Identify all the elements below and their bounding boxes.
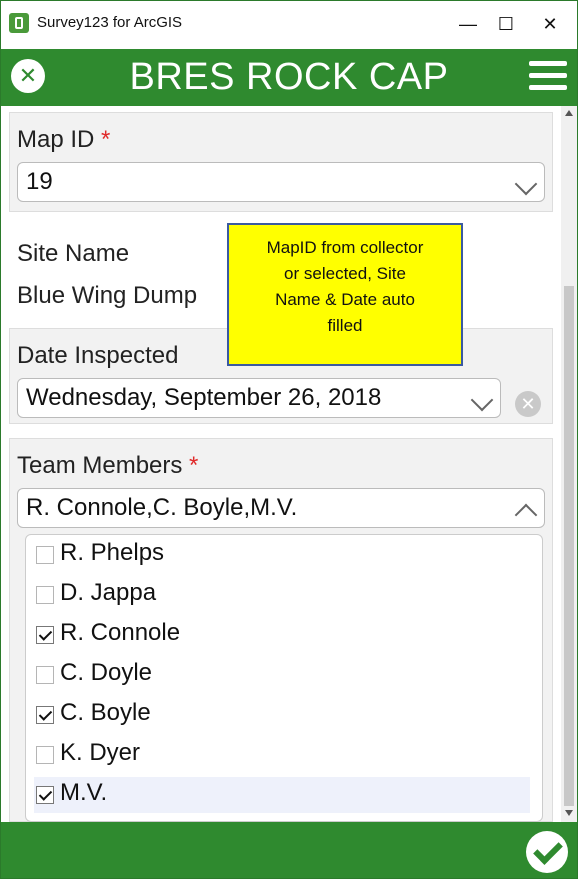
site-name-value: Blue Wing Dump [17, 282, 198, 309]
checkmark-icon [38, 787, 53, 801]
survey-title: BRES ROCK CAP [129, 56, 449, 98]
option-label: K. Dyer [60, 739, 141, 766]
map-id-value: 19 [26, 168, 53, 195]
close-icon: ✕ [18, 63, 38, 88]
checkbox-unchecked[interactable] [36, 746, 54, 764]
vertical-scrollbar[interactable] [561, 106, 577, 822]
team-members-dropdown[interactable]: R. Connole,C. Boyle,M.V. [17, 488, 545, 528]
map-id-dropdown[interactable]: 19 [17, 162, 545, 202]
date-inspected-label: Date Inspected [17, 342, 179, 369]
submit-survey-button[interactable] [526, 831, 568, 873]
clear-icon: ✕ [520, 394, 536, 414]
clear-date-button[interactable]: ✕ [515, 391, 541, 417]
minimize-button[interactable]: — [453, 11, 483, 37]
app-window: Survey123 for ArcGIS — ☐ ✕ ✕ BRES ROCK C… [0, 0, 578, 879]
survey123-app-icon [9, 13, 29, 33]
maximize-button[interactable]: ☐ [491, 11, 521, 37]
date-inspected-value: Wednesday, September 26, 2018 [26, 384, 382, 411]
option-r-connole[interactable]: R. Connole [34, 617, 530, 653]
option-label: C. Boyle [60, 699, 151, 726]
option-label: C. Doyle [60, 659, 153, 686]
team-members-label: Team Members * [17, 452, 199, 479]
checkmark-icon [38, 627, 53, 641]
checkbox-unchecked[interactable] [36, 586, 54, 604]
chevron-up-icon [514, 503, 538, 527]
checkbox-checked[interactable] [36, 706, 54, 724]
checkbox-unchecked[interactable] [36, 546, 54, 564]
window-close-button[interactable]: ✕ [535, 11, 565, 37]
close-survey-button[interactable]: ✕ [11, 59, 45, 93]
option-c-boyle[interactable]: C. Boyle [34, 697, 530, 733]
date-inspected-dropdown[interactable]: Wednesday, September 26, 2018 [17, 378, 501, 418]
site-name-label: Site Name [17, 240, 130, 267]
hamburger-menu-icon[interactable] [529, 59, 567, 93]
scroll-down-arrow-icon[interactable] [565, 810, 573, 816]
window-title: Survey123 for ArcGIS [37, 14, 183, 31]
map-id-label: Map ID * [17, 126, 111, 153]
option-k-dyer[interactable]: K. Dyer [34, 737, 530, 773]
checkmark-icon [38, 707, 53, 721]
chevron-down-icon [514, 172, 538, 196]
window-titlebar: Survey123 for ArcGIS — ☐ ✕ [1, 1, 577, 49]
checkbox-checked[interactable] [36, 786, 54, 804]
scrollbar-thumb[interactable] [564, 286, 574, 806]
team-members-options-list: R. Phelps D. Jappa R. Connole C. Doyle C… [25, 534, 543, 822]
option-c-doyle[interactable]: C. Doyle [34, 657, 530, 693]
app-footer-bar [1, 822, 577, 878]
option-m-v[interactable]: M.V. [34, 777, 530, 813]
option-label: D. Jappa [60, 579, 157, 606]
scroll-up-arrow-icon[interactable] [565, 110, 573, 116]
option-r-phelps[interactable]: R. Phelps [34, 537, 530, 573]
team-members-value: R. Connole,C. Boyle,M.V. [26, 494, 298, 521]
option-label: R. Connole [60, 619, 181, 646]
form-content: Map ID * 19 Site Name Blue Wing Dump Dat… [1, 106, 561, 822]
chevron-down-icon [470, 388, 494, 412]
checkbox-unchecked[interactable] [36, 666, 54, 684]
option-d-jappa[interactable]: D. Jappa [34, 577, 530, 613]
checkbox-checked[interactable] [36, 626, 54, 644]
annotation-callout: MapID from collector or selected, Site N… [227, 223, 463, 366]
option-label: R. Phelps [60, 539, 165, 566]
checkmark-icon [533, 835, 563, 865]
option-label: M.V. [60, 779, 108, 806]
